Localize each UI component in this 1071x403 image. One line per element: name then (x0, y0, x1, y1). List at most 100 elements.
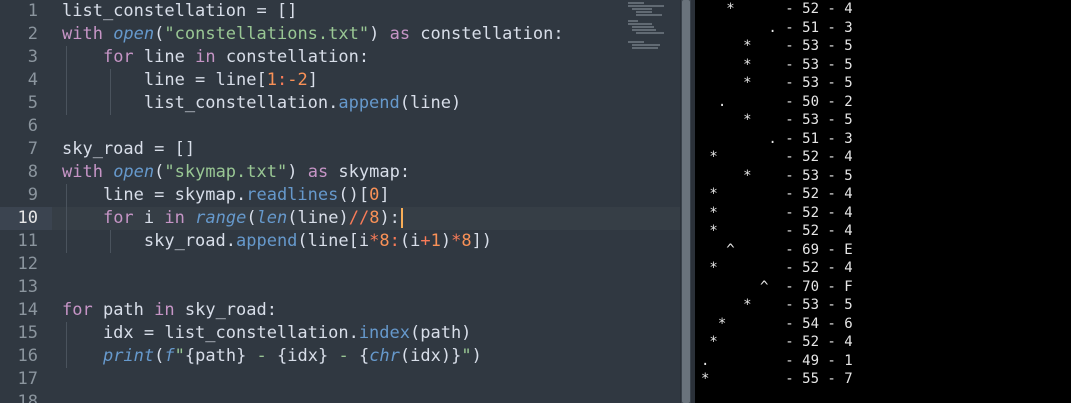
line-number: 17 (17, 369, 38, 389)
terminal-line: * - 53 - 5 (701, 167, 853, 184)
terminal-line: * - 54 - 6 (701, 315, 853, 332)
code-token: { (358, 346, 370, 366)
code-line[interactable]: sky_road = [] (62, 138, 620, 161)
code-token: append (338, 93, 400, 113)
code-token: ) (440, 231, 452, 251)
code-token: chr (369, 346, 400, 366)
line-number: 11 (17, 231, 38, 251)
code-token: ]) (471, 231, 493, 251)
code-editor[interactable]: 1 2 3 4 5 6 7 8 9 10 11 12 13 14 15 16 17 18 list_constel… (0, 0, 680, 403)
line-number: 10 (0, 207, 52, 230)
code-line[interactable]: for i in range(len(line)//8): (62, 207, 620, 230)
line-number: 12 (17, 254, 38, 274)
line-number: 14 (17, 300, 38, 320)
code-token: (line[i (297, 231, 370, 251)
code-line[interactable]: with open("constellations.txt") as const… (62, 23, 620, 46)
code-line[interactable]: list_constellation.append(line) (62, 92, 620, 115)
code-token: line = line[ (62, 70, 267, 90)
code-token: line (133, 47, 196, 67)
line-number: 1 (27, 1, 38, 21)
code-token: ) (369, 24, 390, 44)
code-token: -2 (287, 70, 308, 90)
code-token: - (246, 346, 278, 366)
code-token: "skymap.txt" (164, 162, 288, 182)
terminal-line: * - 53 - 5 (701, 56, 853, 73)
code-line[interactable]: print(f"{path} - {idx} - {chr(idx)}") (62, 345, 620, 368)
code-token: (line) (287, 208, 349, 228)
code-token: ()[ (338, 185, 370, 205)
line-number: 9 (27, 185, 38, 205)
code-token: ( (154, 24, 165, 44)
terminal-line: . - 51 - 3 (701, 19, 853, 36)
code-token: for (102, 47, 134, 67)
code-token: ) (471, 346, 482, 366)
code-line[interactable]: line = line[1:-2] (62, 69, 620, 92)
line-number: 13 (17, 277, 38, 297)
code-token: range (195, 208, 247, 228)
terminal-line: * - 52 - 4 (701, 186, 853, 202)
code-token: 8 (379, 231, 390, 251)
line-number: 15 (17, 323, 38, 343)
code-token: 1 (430, 231, 441, 251)
code-token: list_constellation. (62, 93, 339, 113)
editor-scrollbar[interactable] (681, 0, 691, 403)
code-token: for (62, 300, 93, 320)
line-number: 16 (17, 346, 38, 366)
code-token: list_constellation = [] (62, 1, 298, 21)
code-token: + (420, 231, 431, 251)
code-line[interactable] (62, 115, 620, 138)
code-line[interactable] (62, 253, 620, 276)
terminal-output[interactable]: * - 52 - 4 . - 51 - 3 * - 53 - 5 * - 53 … (695, 0, 1071, 403)
line-number: 7 (27, 139, 38, 159)
code-line[interactable]: idx = list_constellation.index(path) (62, 322, 620, 345)
terminal-line: * - 52 - 4 (701, 1, 853, 17)
code-token: constellation: (410, 24, 564, 44)
code-token: (i (399, 231, 421, 251)
minimap[interactable] (626, 0, 680, 80)
code-token: ( (246, 208, 257, 228)
code-token: ) (287, 162, 308, 182)
line-number: 2 (27, 24, 38, 44)
code-token: ( (154, 162, 165, 182)
code-token: i (133, 208, 165, 228)
code-token: with (62, 24, 114, 44)
code-token: line = skymap. (62, 185, 247, 205)
code-line[interactable] (62, 368, 620, 391)
code-token: " (461, 346, 472, 366)
code-area[interactable]: list_constellation = [] with open("conste… (62, 0, 620, 403)
terminal-line: . - 50 - 2 (701, 93, 853, 110)
scrollbar-thumb[interactable] (682, 0, 690, 403)
code-token: 8 (461, 231, 472, 251)
code-line[interactable] (62, 276, 620, 299)
code-token: in (195, 47, 216, 67)
code-token: 8 (369, 208, 380, 228)
code-line[interactable]: line = skymap.readlines()[0] (62, 184, 620, 207)
code-token: : (276, 70, 288, 90)
line-number: 8 (27, 162, 38, 182)
code-line[interactable]: sky_road.append(line[i*8:(i+1)*8]) (62, 230, 620, 253)
terminal-line: * - 53 - 5 (701, 75, 853, 91)
terminal-line: * - 52 - 4 (701, 204, 853, 221)
code-line[interactable]: for path in sky_road: (62, 299, 620, 322)
code-line[interactable]: with open("skymap.txt") as skymap: (62, 161, 620, 184)
code-token: for (102, 208, 134, 228)
code-token: as (307, 162, 329, 182)
code-token: sky_road: (174, 300, 277, 320)
code-token: ( (154, 346, 165, 366)
terminal-line: * - 55 - 7 (701, 371, 853, 387)
code-line[interactable]: for line in constellation: (62, 46, 620, 69)
code-token: (line) (399, 93, 462, 113)
terminal-line: . - 51 - 3 (701, 130, 853, 147)
code-line[interactable]: list_constellation = [] (62, 0, 620, 23)
code-token: // (348, 208, 370, 228)
code-token: open (113, 24, 155, 44)
terminal-line: * - 52 - 4 (701, 223, 853, 239)
code-token: path (92, 300, 155, 320)
code-token: sky_road = [] (62, 139, 196, 159)
code-token: len (256, 208, 288, 228)
code-line[interactable] (62, 391, 620, 403)
code-token: * (369, 231, 380, 251)
line-number: 5 (27, 93, 38, 113)
